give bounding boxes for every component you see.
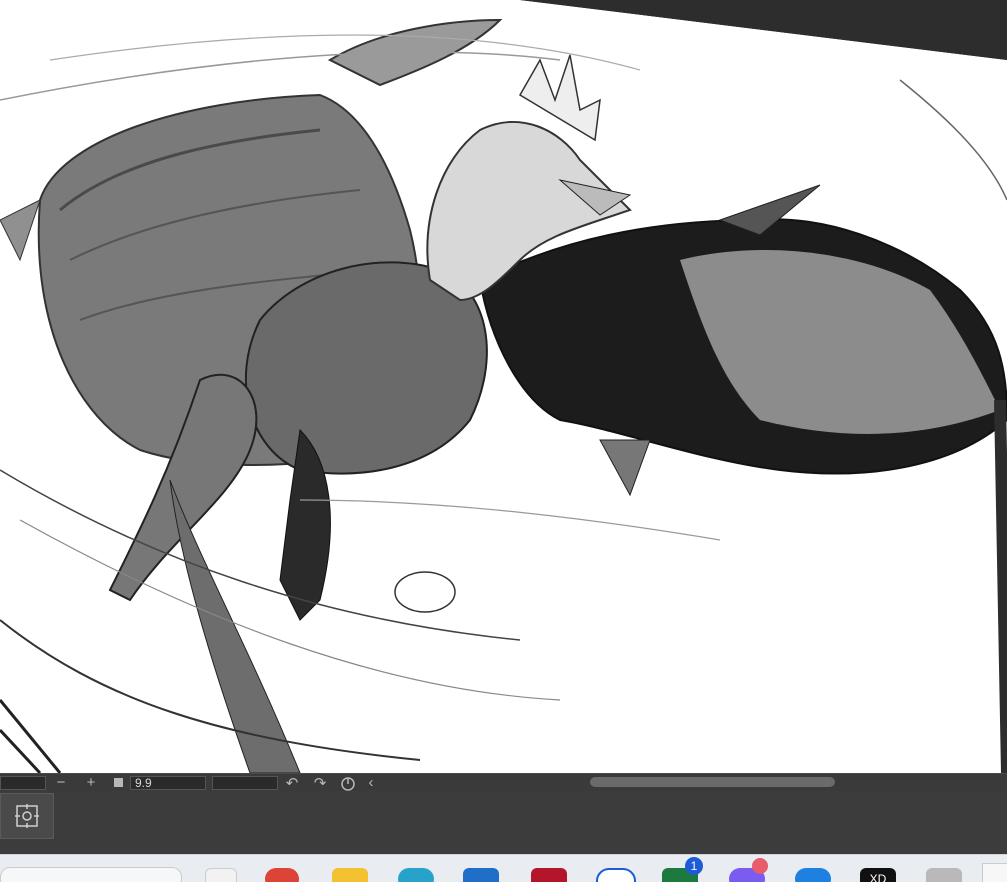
horizontal-scrollbar[interactable] — [400, 776, 1007, 788]
chrome-icon[interactable] — [265, 868, 299, 882]
file-icon[interactable] — [205, 868, 237, 882]
show-desktop-button[interactable] — [982, 863, 1007, 882]
square-icon[interactable] — [106, 775, 130, 791]
taskbar-search[interactable] — [0, 867, 182, 882]
clock-icon[interactable] — [596, 868, 636, 882]
store-icon[interactable] — [463, 868, 499, 882]
xd-icon[interactable]: XD — [860, 868, 896, 882]
collapse-icon[interactable]: ‹ — [362, 774, 380, 791]
zoom-in-button[interactable]: + — [76, 774, 106, 791]
left-field[interactable] — [0, 775, 46, 790]
arrow-app-icon[interactable] — [795, 868, 831, 882]
zoom-value-field[interactable]: 9.9 — [130, 775, 206, 790]
redo-rotate-icon[interactable]: ↷ — [306, 775, 334, 792]
zoom-out-button[interactable]: − — [46, 774, 76, 791]
rotation-field[interactable] — [212, 775, 278, 790]
folder-icon[interactable] — [332, 868, 368, 882]
taskbar: 1 XD — [0, 854, 1007, 882]
capture-icon[interactable] — [0, 793, 54, 839]
canvas-status-bar: − + 9.9 ↶ ↷ ‹ — [0, 773, 1007, 792]
drawing-canvas[interactable] — [0, 0, 1007, 773]
undo-rotate-icon[interactable]: ↶ — [278, 775, 306, 792]
reset-rotation-icon[interactable] — [334, 775, 362, 791]
messenger-badge — [752, 858, 768, 874]
misc-app-icon[interactable] — [926, 868, 962, 882]
scrollbar-thumb[interactable] — [590, 777, 835, 787]
dragon-artwork — [0, 0, 1007, 773]
excel-badge: 1 — [685, 857, 703, 875]
lower-panel — [0, 791, 1007, 854]
edge-icon[interactable] — [398, 868, 434, 882]
clip-studio-icon[interactable] — [531, 868, 567, 882]
